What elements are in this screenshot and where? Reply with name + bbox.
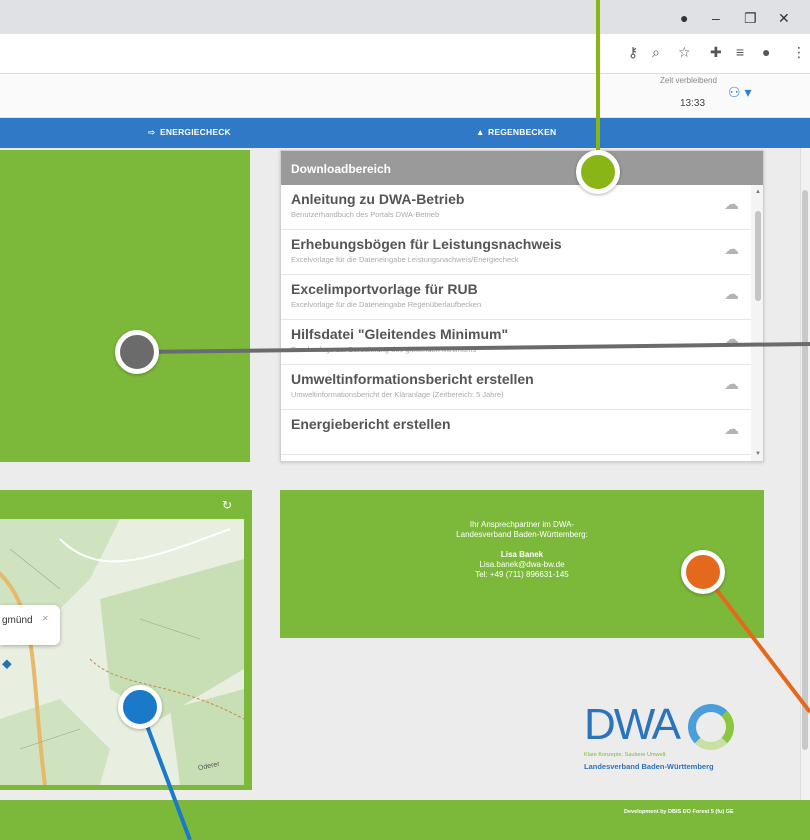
callout-dot-green <box>576 150 620 194</box>
callout-line-gray <box>136 342 810 354</box>
callout-dot-gray <box>115 330 159 374</box>
callout-line-orange <box>701 570 810 714</box>
callout-dot-orange <box>681 550 725 594</box>
callout-dot-blue <box>118 685 162 729</box>
